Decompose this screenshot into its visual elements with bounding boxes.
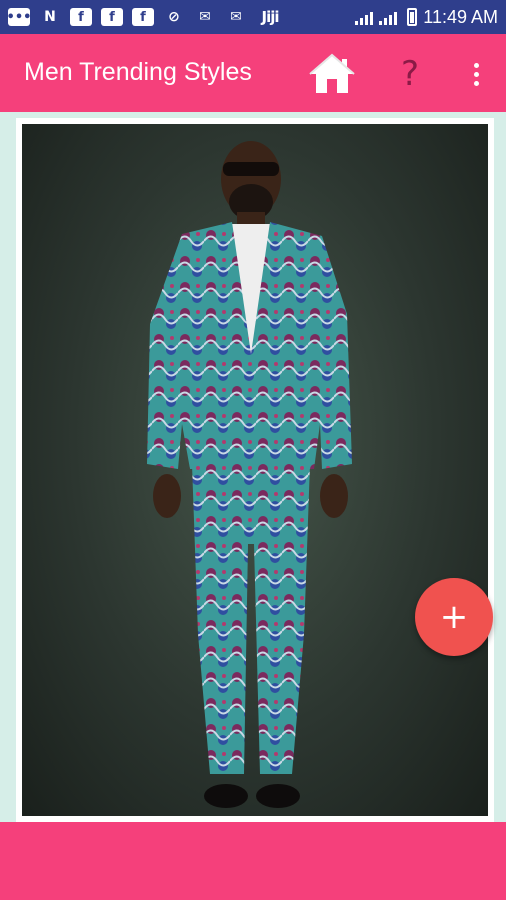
- app-title: Men Trending Styles: [24, 58, 252, 86]
- status-time: 11:49 AM: [423, 6, 498, 27]
- battery-icon: [407, 8, 418, 26]
- facebook-icon: f: [101, 8, 123, 26]
- bottom-bar: [0, 822, 506, 900]
- facebook-icon: f: [132, 8, 154, 26]
- mail-icon: ✉: [230, 9, 242, 25]
- facebook-icon: f: [70, 8, 92, 26]
- chat-bubble-icon: •••: [6, 8, 32, 26]
- image-card[interactable]: [16, 118, 494, 822]
- dot-icon: [473, 62, 479, 68]
- jiji-icon: Jiji: [261, 8, 279, 26]
- content-area: [0, 112, 506, 822]
- more-options-button[interactable]: [462, 54, 490, 94]
- n-icon: N: [44, 9, 56, 25]
- help-icon: ?: [400, 54, 420, 94]
- status-right: 11:49 AM: [355, 7, 498, 28]
- notification-icons: ••• N f f f ⊘ ✉ ✉ Jiji: [6, 8, 284, 26]
- mail-icon: ✉: [199, 9, 211, 25]
- status-bar: ••• N f f f ⊘ ✉ ✉ Jiji 11:49 AM: [0, 0, 506, 34]
- signal-icon: [355, 12, 398, 25]
- dot-icon: [473, 71, 479, 77]
- app-bar: Men Trending Styles ?: [0, 34, 506, 112]
- add-fab-button[interactable]: +: [415, 578, 493, 656]
- dot-icon: [473, 80, 479, 86]
- compass-icon: ⊘: [168, 9, 180, 25]
- home-icon: [309, 53, 355, 93]
- home-button[interactable]: [308, 52, 356, 96]
- man-in-printed-suit-photo[interactable]: [22, 124, 488, 816]
- plus-icon: +: [439, 597, 469, 637]
- help-button[interactable]: ?: [392, 52, 428, 96]
- suit-figure-illustration: [147, 141, 352, 808]
